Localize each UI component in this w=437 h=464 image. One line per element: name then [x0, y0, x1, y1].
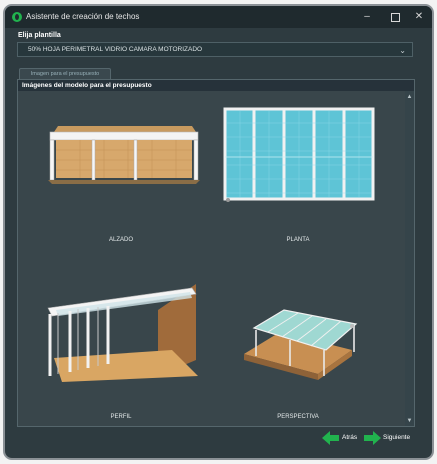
template-selected-value: 50% HOJA PERIMETRAL VIDRIO CAMARA MOTORI… [28, 46, 203, 53]
caption-perspective: PERSPECTIVA [277, 414, 319, 420]
template-label: Elija plantilla [18, 32, 61, 39]
app-logo-icon [12, 12, 22, 22]
maximize-icon [390, 13, 400, 22]
title-bar: Asistente de creación de techos – ✕ [5, 6, 432, 28]
scroll-down-icon[interactable]: ▼ [405, 418, 414, 424]
panel-title: Imágenes del modelo para el presupuesto [18, 80, 414, 91]
minimize-button[interactable]: – [357, 9, 377, 25]
tab-budget-image[interactable]: Imagen para el presupuesto [19, 68, 111, 79]
close-button[interactable]: ✕ [409, 9, 429, 25]
maximize-button[interactable] [385, 9, 405, 25]
images-panel: Imágenes del modelo para el presupuesto … [17, 79, 415, 427]
next-button[interactable]: Siguiente [363, 430, 427, 446]
caption-plan: PLANTA [286, 237, 310, 243]
window-title: Asistente de creación de techos [26, 12, 140, 21]
caption-elevation: ALZADO [108, 237, 133, 243]
arrow-right-icon [364, 431, 381, 445]
elevation-image[interactable] [40, 120, 202, 190]
images-scrollbar[interactable]: ▲ ▼ [405, 91, 414, 426]
arrow-left-icon [322, 431, 339, 445]
template-select[interactable]: 50% HOJA PERIMETRAL VIDRIO CAMARA MOTORI… [17, 42, 413, 57]
profile-image[interactable] [42, 276, 202, 386]
chevron-down-icon: ⌄ [399, 46, 406, 55]
wizard-window: Asistente de creación de techos – ✕ Elij… [3, 4, 434, 460]
next-label: Siguiente [383, 434, 411, 441]
plan-image[interactable] [223, 107, 375, 203]
caption-profile: PERFIL [110, 414, 132, 420]
back-label: Atrás [342, 434, 358, 441]
perspective-image[interactable] [240, 308, 360, 390]
back-button[interactable]: Atrás [322, 430, 362, 446]
scroll-up-icon[interactable]: ▲ [405, 94, 414, 100]
